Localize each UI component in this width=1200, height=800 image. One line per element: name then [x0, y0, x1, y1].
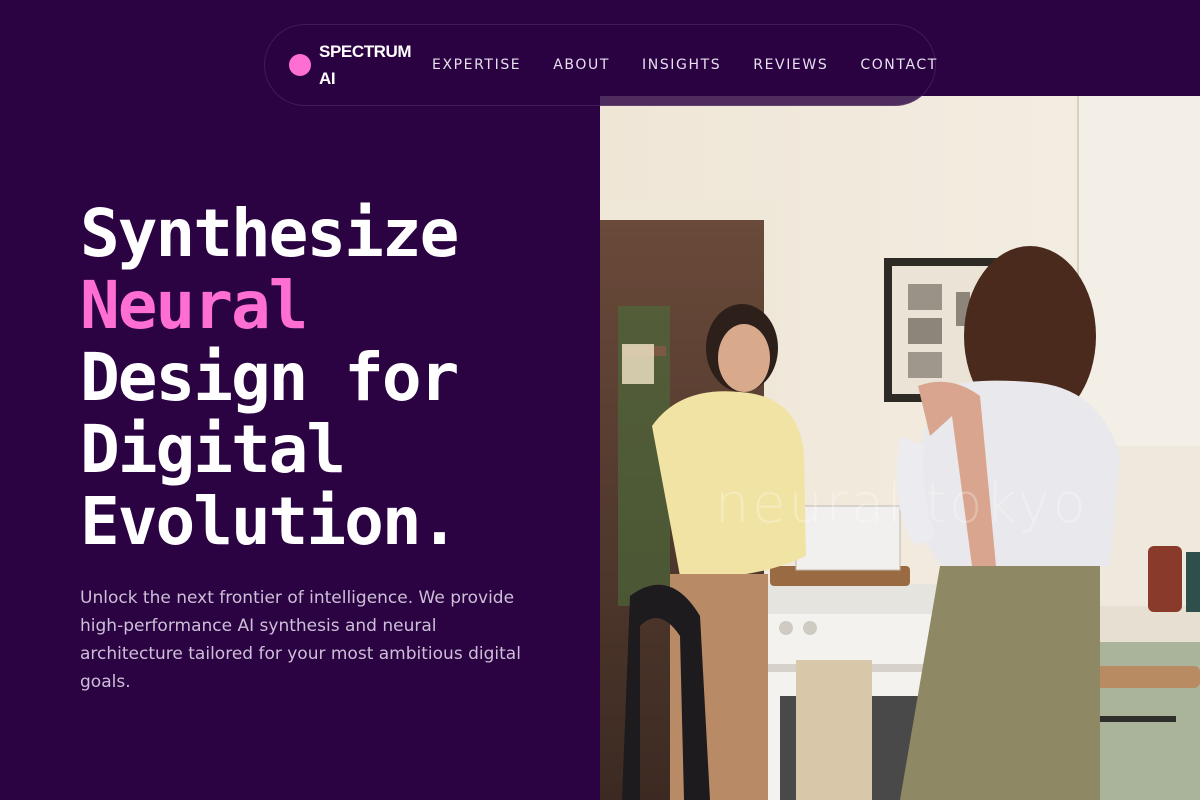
main-nav: SPECTRUM AI EXPERTISE ABOUT INSIGHTS REVI… — [264, 24, 936, 106]
brand-name-line2: AI — [319, 69, 336, 88]
headline-line-3: Design for — [80, 339, 459, 416]
hero-image: neural tokyo — [600, 96, 1200, 800]
image-watermark: neural tokyo — [715, 472, 1089, 535]
headline-line-4: Digital — [80, 411, 346, 488]
nav-link-about[interactable]: ABOUT — [553, 57, 610, 73]
hero-subtext: Unlock the next frontier of intelligence… — [80, 588, 521, 692]
brand-name-line1: SPECTRUM — [319, 42, 412, 61]
brand-logo[interactable]: SPECTRUM AI — [289, 38, 419, 92]
landing-page: neural tokyo SPECTRUM AI EXPERTISE ABOUT … — [0, 0, 1200, 800]
kitchen-photo-illustration — [600, 96, 1200, 800]
brand-name: SPECTRUM AI — [319, 38, 419, 92]
nav-links: EXPERTISE ABOUT INSIGHTS REVIEWS CONTACT — [432, 57, 938, 73]
logo-dot-icon — [289, 54, 311, 76]
nav-link-expertise[interactable]: EXPERTISE — [432, 57, 521, 73]
nav-link-insights[interactable]: INSIGHTS — [642, 57, 721, 73]
headline-line-1: Synthesize — [80, 195, 459, 272]
headline-line-5: Evolution. — [80, 483, 459, 560]
nav-link-reviews[interactable]: REVIEWS — [753, 57, 828, 73]
nav-link-contact[interactable]: CONTACT — [860, 57, 938, 73]
hero-headline: Synthesize Neural Design for Digital Evo… — [80, 198, 580, 558]
headline-line-accent: Neural — [80, 267, 308, 344]
